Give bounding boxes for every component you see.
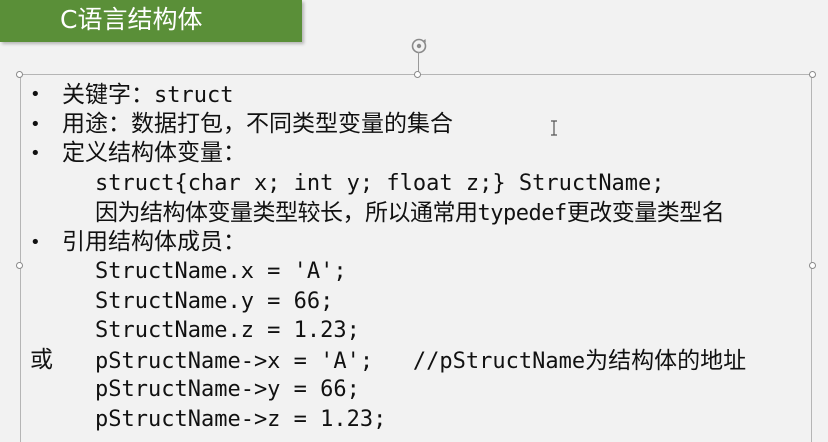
ptr-code-line-2: pStructName->y = 66; xyxy=(30,375,820,405)
define-label: 定义结构体变量： xyxy=(62,140,246,166)
ref-code-2: StructName.y = 66; xyxy=(95,288,334,314)
resize-handle-middle-left[interactable] xyxy=(16,262,23,269)
keyword-label: 关键字： xyxy=(62,82,154,108)
define-code-line: struct{char x; int y; float z;} StructNa… xyxy=(30,169,820,199)
ptr-comment-b: 为结构体的地址 xyxy=(585,347,747,374)
reference-label: 引用结构体成员： xyxy=(62,228,246,255)
bullet-keyword: • 关键字：struct xyxy=(30,80,820,110)
resize-handle-top-center[interactable] xyxy=(414,71,421,78)
define-note-c: 更改变量类型名 xyxy=(566,200,725,226)
ref-code-line-2: StructName.y = 66; xyxy=(30,287,820,317)
slide-body-text[interactable]: • 关键字：struct • 用途：数据打包，不同类型变量的集合 • 定义结构体… xyxy=(30,80,820,434)
slide-title: C语言结构体 xyxy=(60,5,203,34)
ptr-code-3: pStructName->z = 1.23; xyxy=(95,406,387,432)
resize-handle-top-right[interactable] xyxy=(809,71,816,78)
define-code: struct{char x; int y; float z;} StructNa… xyxy=(95,170,665,196)
slide: C语言结构体 • 关键字：struct • 用途：数据打包，不同类型变量的集合 … xyxy=(0,0,828,442)
bullet-purpose: • 用途：数据打包，不同类型变量的集合 xyxy=(30,110,820,140)
define-note-a: 因为结构体变量类型较长，所以通常用 xyxy=(95,200,478,226)
bullet-define: • 定义结构体变量： xyxy=(30,139,820,169)
title-bar: C语言结构体 xyxy=(0,0,302,42)
bullet-icon: • xyxy=(30,84,41,105)
resize-handle-top-left[interactable] xyxy=(16,71,23,78)
ref-code-1: StructName.x = 'A'; xyxy=(95,259,347,284)
ref-code-line-1: StructName.x = 'A'; xyxy=(30,257,820,287)
or-label: 或 xyxy=(30,346,53,373)
i-beam-cursor-icon xyxy=(551,120,557,136)
ptr-code-1: pStructName->x = 'A'; xyxy=(95,348,374,374)
ref-code-3: StructName.z = 1.23; xyxy=(95,318,360,343)
rotate-handle-icon[interactable] xyxy=(410,37,428,55)
bullet-icon: • xyxy=(30,143,41,164)
define-note-line: 因为结构体变量类型较长，所以通常用typedef更改变量类型名 xyxy=(30,198,820,228)
ptr-comment-a: //pStructName xyxy=(412,348,586,374)
rotate-connector-line xyxy=(418,52,419,72)
ptr-code-line-1: 或 pStructName->x = 'A'; //pStructName为结构… xyxy=(30,346,820,376)
bullet-reference: • 引用结构体成员： xyxy=(30,228,820,258)
bullet-icon: • xyxy=(30,113,41,135)
ref-code-line-3: StructName.z = 1.23; xyxy=(30,316,820,346)
ptr-code-2: pStructName->y = 66; xyxy=(95,377,360,402)
define-note-b: typedef xyxy=(477,201,568,226)
keyword-code: struct xyxy=(154,83,234,108)
bullet-icon: • xyxy=(30,231,41,253)
ptr-code-line-3: pStructName->z = 1.23; xyxy=(30,405,820,435)
purpose-text: 用途：数据打包，不同类型变量的集合 xyxy=(62,110,453,137)
